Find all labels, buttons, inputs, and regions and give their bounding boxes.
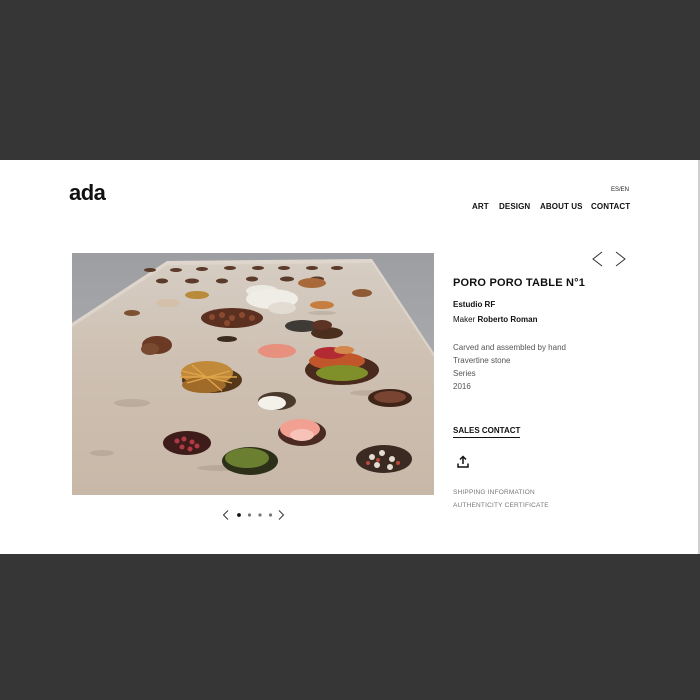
sales-contact-link[interactable]: SALES CONTACT	[453, 426, 521, 438]
pagination-dot[interactable]	[258, 513, 262, 517]
detail-material: Travertine stone	[453, 356, 511, 365]
nav-item-design[interactable]: DESIGN	[499, 202, 530, 211]
pagination-dot[interactable]	[237, 513, 241, 517]
product-studio: Estudio RF	[453, 300, 496, 309]
chevron-left-icon[interactable]	[592, 251, 603, 267]
nav-item-art[interactable]: ART	[472, 202, 489, 211]
product-navigation	[588, 250, 628, 268]
brand-logo[interactable]: ada	[69, 180, 106, 206]
product-page: ada ES/EN ART DESIGN ABOUT US CONTACT PO…	[0, 160, 700, 554]
detail-edition: Series	[453, 369, 476, 378]
maker-label: Maker	[453, 315, 476, 324]
share-button[interactable]	[456, 455, 470, 469]
detail-year: 2016	[453, 382, 471, 391]
gallery-pagination	[221, 509, 287, 521]
pagination-dot[interactable]	[247, 513, 252, 517]
gallery-next-chevron-right-icon[interactable]	[278, 510, 285, 520]
product-title: PORO PORO TABLE N°1	[453, 277, 586, 289]
chevron-right-icon[interactable]	[615, 251, 626, 267]
share-icon	[457, 455, 469, 468]
product-maker: Maker Roberto Roman	[453, 315, 537, 324]
maker-name: Roberto Roman	[477, 315, 538, 324]
detail-technique: Carved and assembled by hand	[453, 343, 566, 352]
nav-item-about-us[interactable]: ABOUT US	[540, 202, 583, 211]
language-switch[interactable]: ES/EN	[611, 187, 629, 193]
pagination-dot[interactable]	[268, 513, 273, 517]
gallery-prev-chevron-left-icon[interactable]	[222, 510, 229, 520]
nav-item-contact[interactable]: CONTACT	[591, 202, 630, 211]
authenticity-certificate-link[interactable]: AUTHENTICITY CERTIFICATE	[453, 502, 549, 509]
product-image	[72, 253, 434, 495]
shipping-information-link[interactable]: SHIPPING INFORMATION	[453, 489, 535, 496]
